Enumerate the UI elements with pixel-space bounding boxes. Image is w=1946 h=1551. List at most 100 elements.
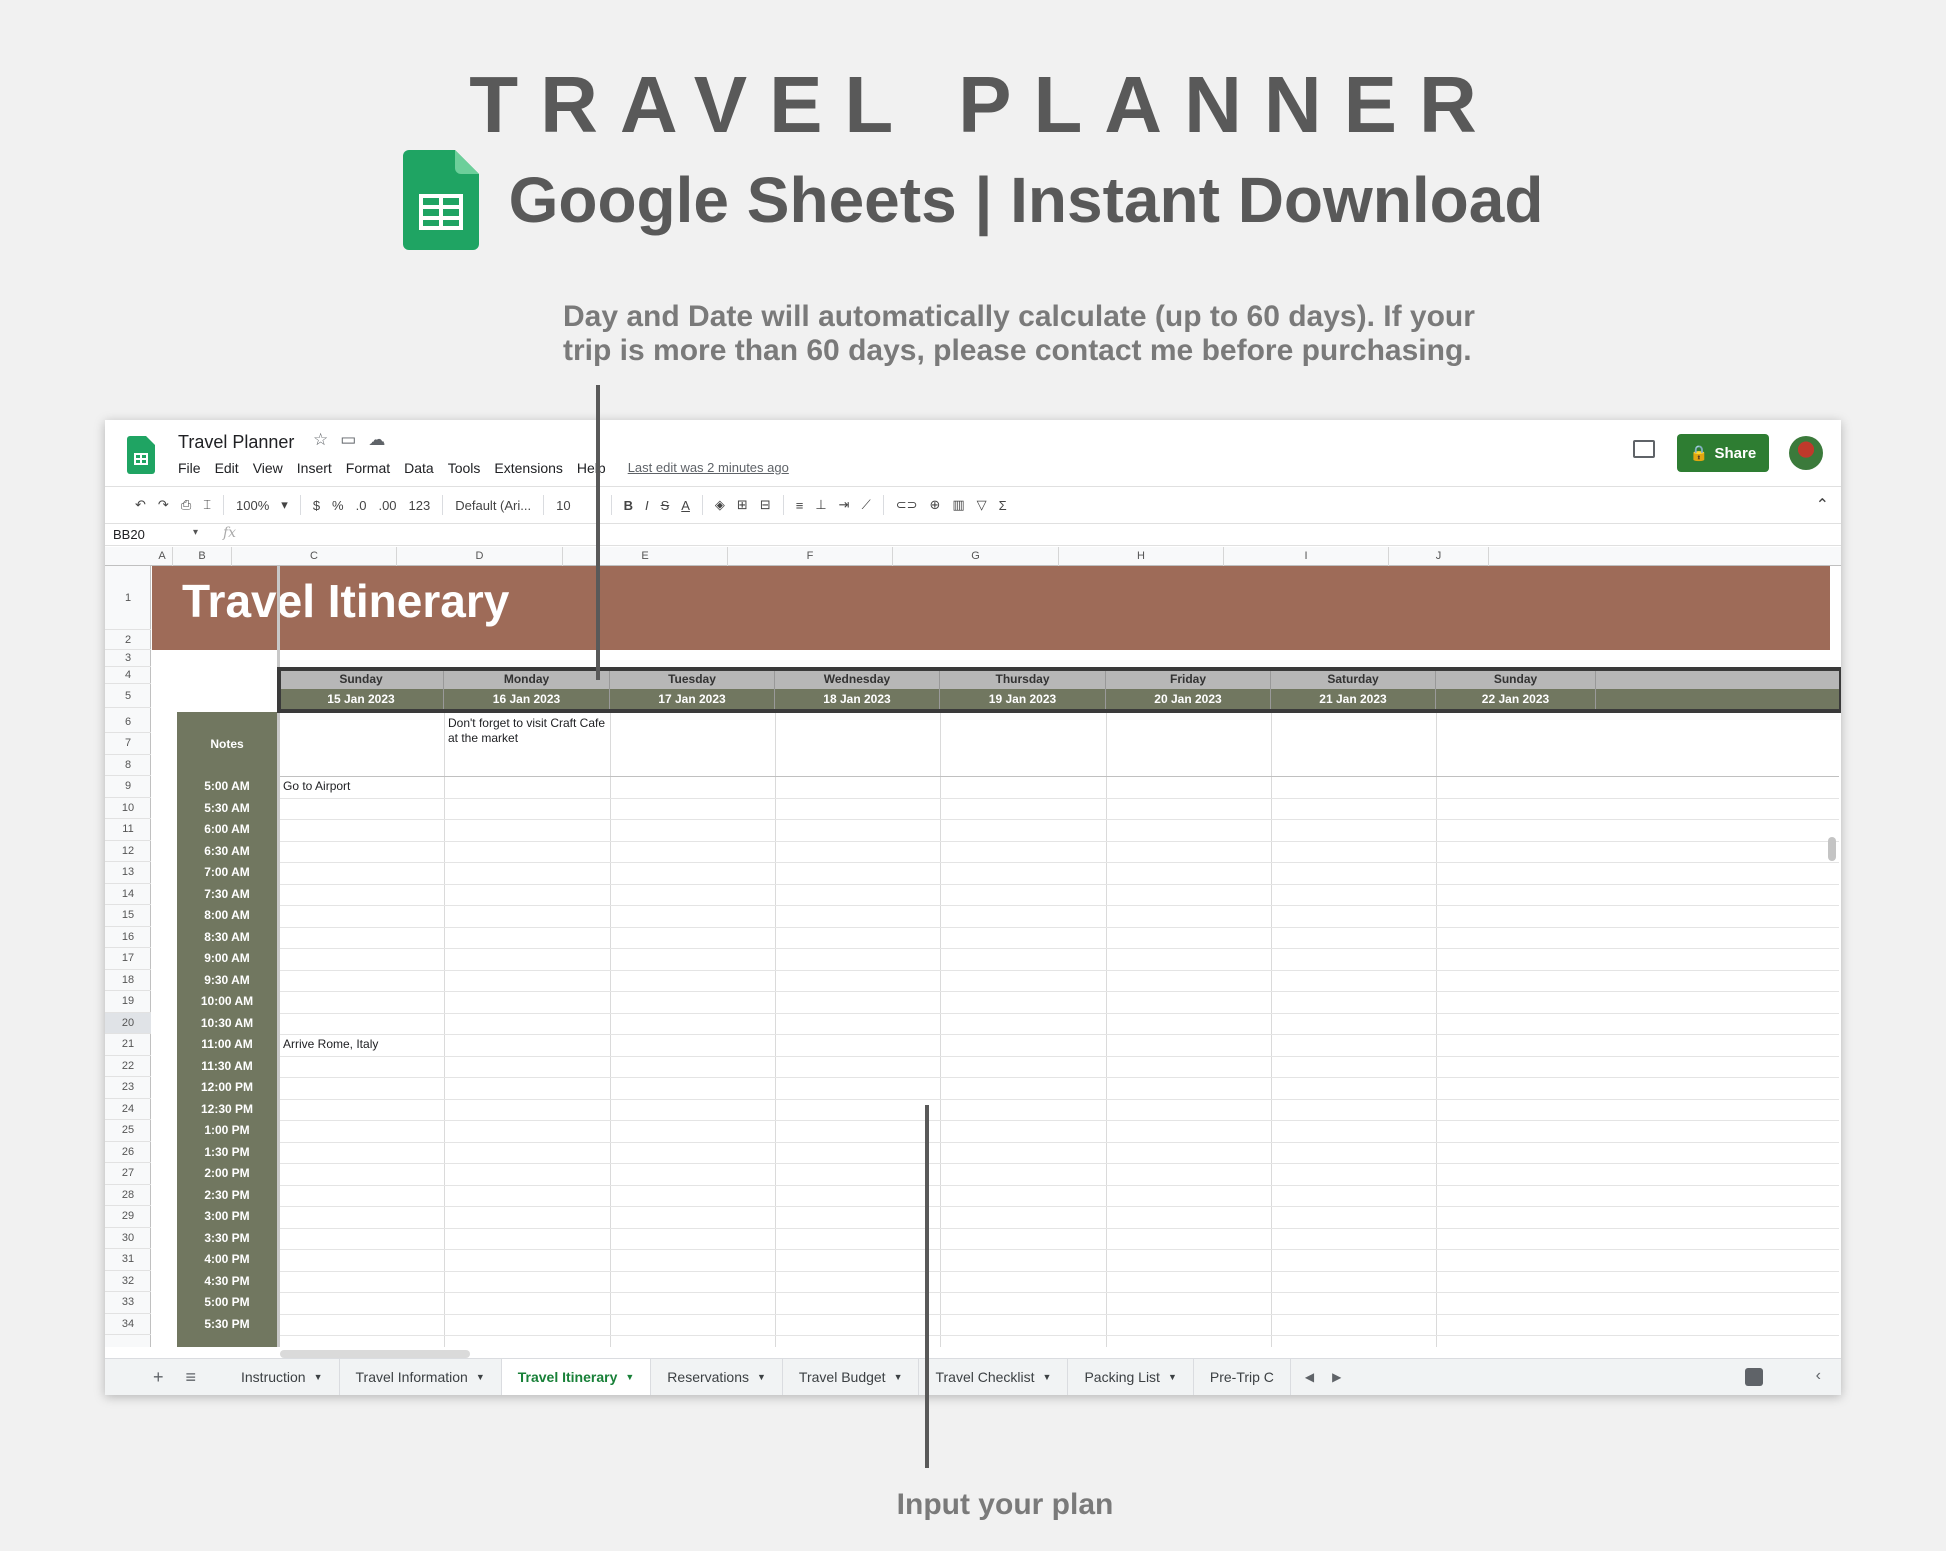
chevron-down-icon[interactable]: ▼ — [757, 1372, 766, 1382]
row-header[interactable]: 5 — [105, 684, 151, 708]
menu-extensions[interactable]: Extensions — [494, 460, 562, 476]
column-header-j[interactable]: J — [1389, 547, 1489, 566]
increase-decimal-button[interactable]: .00 — [378, 498, 396, 513]
row-header[interactable]: 24 — [105, 1099, 151, 1120]
undo-icon[interactable]: ↶ — [135, 497, 146, 513]
insert-comment-icon[interactable]: ⊕ — [929, 497, 940, 513]
column-header-e[interactable]: E — [563, 547, 728, 566]
row-header[interactable]: 32 — [105, 1271, 151, 1292]
chevron-down-icon[interactable]: ▼ — [314, 1372, 323, 1382]
row-header[interactable]: 34 — [105, 1314, 151, 1335]
menu-tools[interactable]: Tools — [448, 460, 481, 476]
chevron-left-icon[interactable]: ◀ — [1305, 1370, 1314, 1384]
print-icon[interactable]: ⎙ — [181, 497, 191, 513]
column-header-b[interactable]: B — [173, 547, 232, 566]
sheets-app-icon[interactable] — [127, 436, 155, 474]
sheet-tab[interactable]: Pre-Trip C — [1194, 1359, 1291, 1395]
zoom-select[interactable]: 100% — [236, 498, 269, 513]
itinerary-entry[interactable]: Arrive Rome, Italy — [283, 1037, 378, 1052]
column-header-i[interactable]: I — [1224, 547, 1389, 566]
sheet-tab[interactable]: Travel Budget ▼ — [783, 1359, 920, 1395]
borders-icon[interactable]: ⊞ — [737, 497, 748, 513]
row-header[interactable]: 7 — [105, 733, 151, 755]
row-header[interactable]: 26 — [105, 1142, 151, 1163]
sheet-tab[interactable]: Reservations ▼ — [651, 1359, 783, 1395]
menu-help[interactable]: Help — [577, 460, 606, 476]
row-header[interactable]: 33 — [105, 1292, 151, 1314]
row-header[interactable]: 30 — [105, 1228, 151, 1249]
vertical-align-icon[interactable]: ⊥ — [815, 497, 826, 513]
row-header[interactable]: 9 — [105, 776, 151, 798]
row-header[interactable]: 19 — [105, 991, 151, 1013]
all-sheets-icon[interactable]: ≡ — [186, 1367, 197, 1388]
row-header[interactable]: 8 — [105, 755, 151, 776]
row-header[interactable]: 27 — [105, 1163, 151, 1185]
column-header-h[interactable]: H — [1059, 547, 1224, 566]
comment-history-icon[interactable] — [1633, 440, 1655, 458]
chevron-down-icon[interactable]: ▼ — [1168, 1372, 1177, 1382]
menu-file[interactable]: File — [178, 460, 201, 476]
more-formats-button[interactable]: 123 — [409, 498, 431, 513]
italic-button[interactable]: I — [645, 498, 649, 513]
row-header[interactable]: 1 — [105, 566, 151, 630]
row-header[interactable]: 18 — [105, 970, 151, 991]
last-edit-link[interactable]: Last edit was 2 minutes ago — [628, 460, 789, 476]
row-header[interactable]: 20 — [105, 1012, 151, 1034]
row-header[interactable]: 11 — [105, 819, 151, 841]
row-header[interactable]: 10 — [105, 798, 151, 819]
sheet-tab[interactable]: Travel Itinerary ▼ — [501, 1359, 652, 1395]
insert-chart-icon[interactable]: ▥ — [952, 497, 964, 513]
font-select[interactable]: Default (Ari... — [455, 498, 531, 513]
insert-link-icon[interactable]: ⊂⊃ — [896, 497, 918, 513]
horizontal-scrollbar[interactable] — [280, 1350, 470, 1358]
column-header-c[interactable]: C — [232, 547, 397, 566]
column-header-d[interactable]: D — [397, 547, 563, 566]
itinerary-body[interactable]: Don't forget to visit Craft Cafe at the … — [279, 712, 1839, 1347]
redo-icon[interactable]: ↷ — [158, 497, 169, 513]
itinerary-entry[interactable]: Go to Airport — [283, 779, 350, 794]
account-avatar[interactable] — [1789, 436, 1823, 470]
row-header[interactable]: 21 — [105, 1034, 151, 1056]
row-header[interactable]: 28 — [105, 1185, 151, 1206]
paint-format-icon[interactable]: ⌶ — [203, 497, 211, 513]
bold-button[interactable]: B — [624, 498, 633, 513]
column-header-g[interactable]: G — [893, 547, 1059, 566]
merge-cells-icon[interactable]: ⊟ — [760, 497, 771, 513]
row-header[interactable]: 16 — [105, 927, 151, 948]
menu-format[interactable]: Format — [346, 460, 390, 476]
menu-data[interactable]: Data — [404, 460, 434, 476]
row-header[interactable]: 14 — [105, 884, 151, 905]
row-header[interactable]: 29 — [105, 1206, 151, 1228]
chevron-left-icon[interactable]: ‹ — [1816, 1367, 1821, 1385]
row-header[interactable]: 17 — [105, 948, 151, 970]
chevron-down-icon[interactable]: ▼ — [476, 1372, 485, 1382]
text-color-button[interactable]: A — [681, 498, 690, 513]
add-sheet-icon[interactable]: + — [153, 1367, 164, 1388]
cloud-status-icon[interactable]: ☁ — [368, 430, 385, 450]
sheet-tab[interactable]: Travel Checklist ▼ — [919, 1359, 1069, 1395]
row-header[interactable]: 23 — [105, 1077, 151, 1099]
menu-view[interactable]: View — [253, 460, 283, 476]
sheet-tab[interactable]: Travel Information ▼ — [340, 1359, 502, 1395]
horizontal-align-icon[interactable]: ≡ — [796, 498, 804, 513]
share-button[interactable]: 🔒 Share — [1677, 434, 1769, 472]
move-folder-icon[interactable]: ▭ — [340, 430, 356, 450]
chevron-down-icon[interactable]: ▼ — [625, 1372, 634, 1382]
cell-area[interactable]: Travel Itinerary Sunday Monday Tuesday Wedn… — [152, 566, 1841, 1347]
menu-edit[interactable]: Edit — [215, 460, 239, 476]
sheet-tab[interactable]: Packing List ▼ — [1068, 1359, 1194, 1395]
text-rotation-icon[interactable]: ⟋ — [862, 497, 871, 513]
row-header[interactable]: 31 — [105, 1249, 151, 1271]
font-size-select[interactable]: 10 — [556, 498, 570, 513]
functions-icon[interactable]: Σ — [999, 498, 1007, 513]
row-header[interactable]: 2 — [105, 630, 151, 650]
chevron-down-icon[interactable]: ▾ — [281, 497, 288, 513]
menu-insert[interactable]: Insert — [297, 460, 332, 476]
filter-icon[interactable]: ▽ — [977, 497, 987, 513]
row-header[interactable]: 25 — [105, 1120, 151, 1142]
chevron-down-icon[interactable]: ▼ — [894, 1372, 903, 1382]
chevron-up-icon[interactable]: ⌃ — [1816, 495, 1829, 515]
chevron-right-icon[interactable]: ▶ — [1332, 1370, 1341, 1384]
row-header[interactable]: 6 — [105, 712, 151, 734]
note-cell[interactable]: Don't forget to visit Craft Cafe at the … — [448, 716, 606, 746]
